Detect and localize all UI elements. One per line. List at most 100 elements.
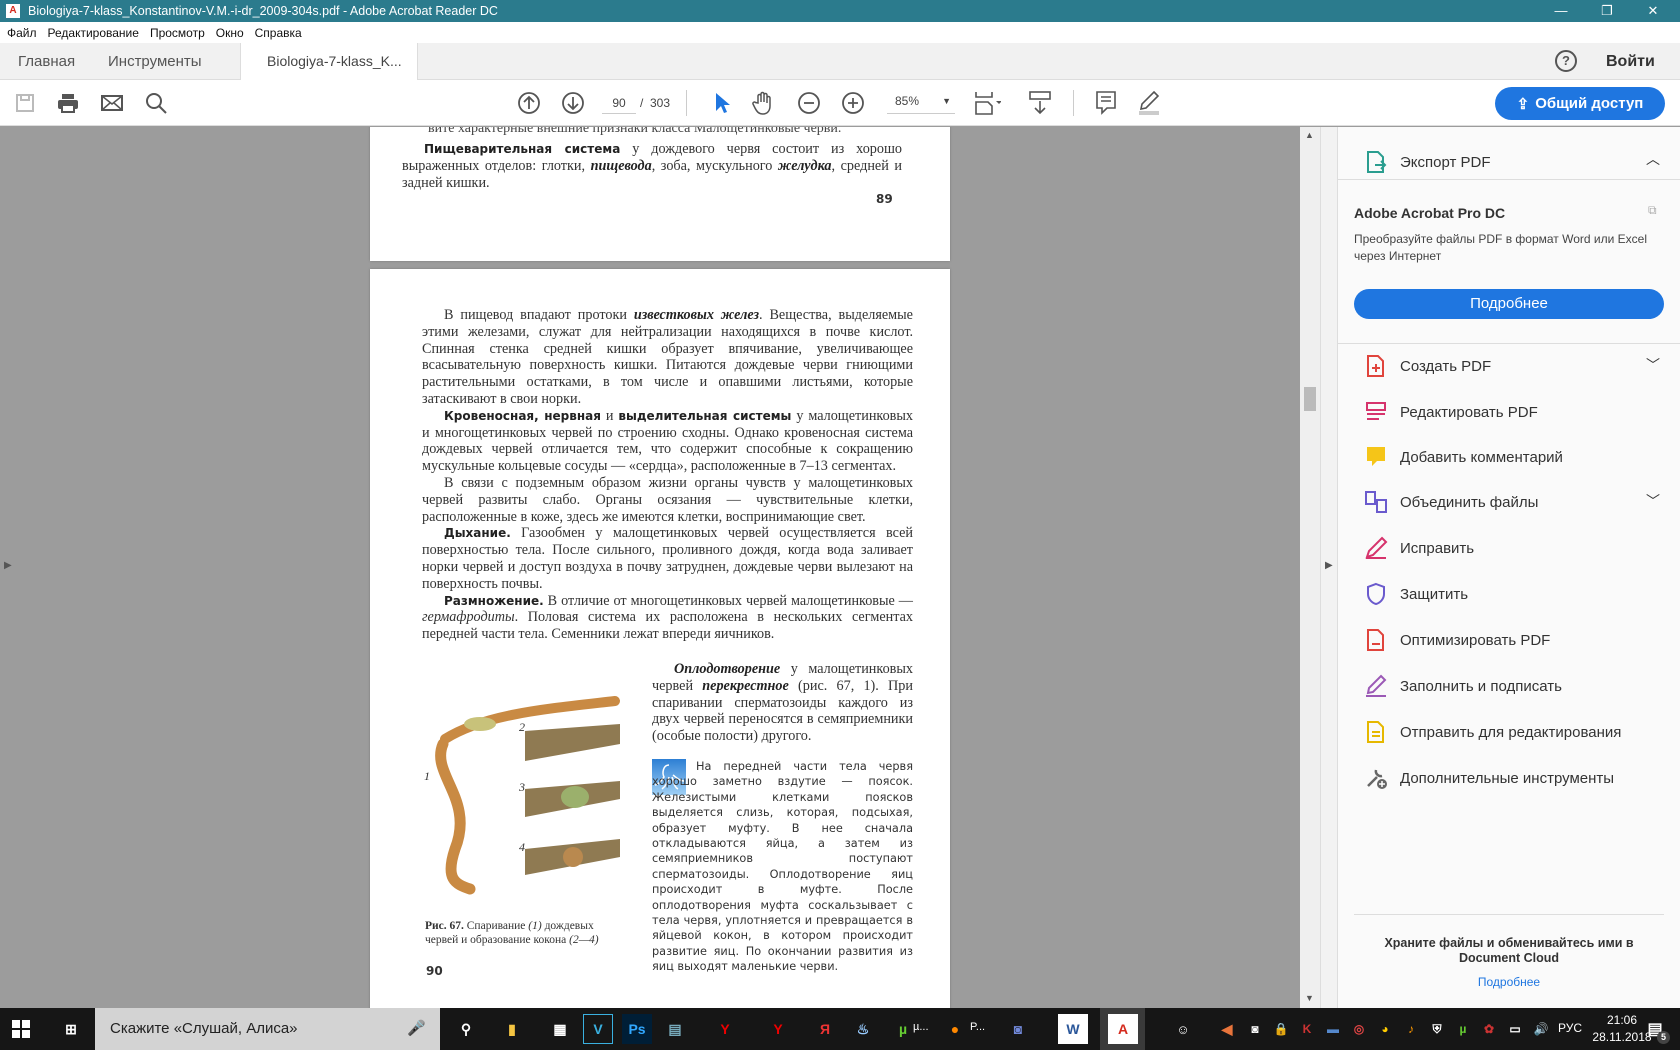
tool-combine-files[interactable]: Объединить файлы (1364, 487, 1538, 517)
scroll-down-icon[interactable]: ▼ (1305, 993, 1314, 1003)
learn-more-button[interactable]: Подробнее (1354, 289, 1664, 319)
maximize-button[interactable]: ❐ (1584, 0, 1630, 22)
microphone-icon[interactable]: 🎤 (407, 1008, 426, 1050)
document-viewer[interactable]: ▶ вите характерные внешние признаки клас… (0, 127, 1320, 1008)
figure-label-3: 3 (519, 780, 525, 794)
tool-fix[interactable]: Исправить (1364, 533, 1474, 563)
windows-start-icon[interactable] (6, 1014, 36, 1044)
next-page-icon[interactable] (559, 89, 587, 117)
yandex-icon[interactable]: Я (810, 1014, 840, 1044)
tool-fill-sign[interactable]: Заполнить и подписать (1364, 671, 1562, 701)
product-name: Adobe Acrobat Pro DC (1354, 205, 1506, 221)
yandex-browser-icon-2[interactable]: Y (763, 1014, 793, 1044)
search-icon[interactable] (142, 89, 170, 117)
help-icon[interactable]: ? (1555, 50, 1577, 72)
tool-optimize-pdf[interactable]: Оптимизировать PDF (1364, 625, 1550, 655)
chevron-down-icon[interactable]: ﹀ (1646, 491, 1660, 511)
previous-page-icon[interactable] (515, 89, 543, 117)
search-icon[interactable]: ⚲ (451, 1014, 481, 1044)
people-icon[interactable]: ☺ (1168, 1014, 1198, 1044)
wrench-plus-icon (1364, 766, 1388, 790)
paragraph-fertilization: Оплодотворение у малощетинковых червей п… (652, 661, 913, 745)
close-window-button[interactable]: ✕ (1630, 0, 1676, 22)
page-number: 90 (426, 964, 443, 978)
menu-window[interactable]: Окно (216, 26, 244, 40)
network-app-icon[interactable]: ▤ (660, 1014, 690, 1044)
hand-tool-icon[interactable] (750, 89, 778, 117)
language-indicator[interactable]: РУС (1558, 1021, 1582, 1035)
menu-help[interactable]: Справка (255, 26, 302, 40)
select-tool-icon[interactable] (707, 89, 735, 117)
tab-home[interactable]: Главная (18, 43, 75, 80)
collapse-panel-icon: ▶ (1325, 560, 1333, 571)
search-box[interactable]: Скажите «Слушай, Алиса» 🎤 (95, 1008, 440, 1050)
scrollbar-thumb[interactable] (1304, 387, 1316, 411)
tool-edit-pdf[interactable]: Редактировать PDF (1364, 397, 1538, 427)
tray-icon[interactable]: ◀ (1212, 1014, 1242, 1044)
title-bar: A Biologiya-7-klass_Konstantinov-V.M.-i-… (0, 0, 1680, 22)
share-button[interactable]: ⇪ Общий доступ (1495, 87, 1665, 120)
tab-document[interactable]: Biologiya-7-klass_K... × (240, 43, 418, 106)
tab-tools[interactable]: Инструменты (108, 43, 202, 80)
menu-view[interactable]: Просмотр (150, 26, 205, 40)
scroll-up-icon[interactable]: ▲ (1305, 130, 1314, 140)
menu-file[interactable]: Файл (7, 26, 37, 40)
sign-in-button[interactable]: Войти (1606, 43, 1655, 80)
term-digestive-system: Пищеварительная система (424, 142, 621, 156)
yandex-browser-icon[interactable]: Y (710, 1014, 740, 1044)
zoom-in-icon[interactable] (839, 89, 867, 117)
menu-edit[interactable]: Редактирование (48, 26, 139, 40)
paragraph-respiration: Дыхание. Газообмен у малощетинковых черв… (422, 525, 913, 592)
email-icon[interactable] (98, 89, 126, 117)
chevron-up-icon[interactable]: ︿ (1646, 149, 1660, 169)
volume-icon[interactable]: 🔊 (1526, 1014, 1556, 1044)
scroll-mode-icon[interactable] (1026, 89, 1054, 117)
text: В пищевод впадают протоки (444, 307, 634, 323)
divider (1354, 914, 1664, 915)
app-v-icon[interactable]: V (583, 1014, 613, 1044)
tool-add-comment[interactable]: Добавить комментарий (1364, 442, 1563, 472)
product-description: Преобразуйте файлы PDF в формат Word или… (1354, 232, 1648, 263)
vertical-scrollbar[interactable]: ▲ ▼ (1300, 127, 1320, 1008)
calculator-icon[interactable]: ▦ (545, 1014, 575, 1044)
combine-files-icon (1364, 490, 1388, 514)
photoshop-icon[interactable]: Ps (622, 1014, 652, 1044)
acrobat-taskbar-button[interactable]: A (1100, 1008, 1145, 1050)
divider (1338, 179, 1680, 180)
fit-page-icon[interactable] (973, 89, 1001, 117)
zoom-out-icon[interactable] (795, 89, 823, 117)
task-view-icon[interactable]: ⊞ (56, 1014, 86, 1044)
optimize-pdf-icon (1364, 628, 1388, 652)
tool-send-for-review[interactable]: Отправить для редактирования (1364, 717, 1621, 747)
tool-protect[interactable]: Защитить (1364, 579, 1468, 609)
word-icon[interactable]: W (1058, 1014, 1088, 1044)
print-icon[interactable] (54, 89, 82, 117)
zoom-select[interactable]: 85% ▼ (887, 89, 955, 114)
page-90: В пищевод впадают протоки известковых же… (370, 269, 950, 1008)
file-explorer-icon[interactable]: ▮ (497, 1014, 527, 1044)
chevron-down-icon[interactable]: ﹀ (1646, 355, 1660, 375)
discord-icon[interactable]: ◙ (1003, 1014, 1033, 1044)
paint-app-icon[interactable]: ● (940, 1014, 970, 1044)
right-panel-toggle[interactable]: ▶ (1320, 127, 1338, 1008)
tool-export-pdf[interactable]: Экспорт PDF (1364, 147, 1491, 177)
tool-create-pdf[interactable]: Создать PDF (1364, 351, 1491, 381)
figure-label-1: 1 (424, 769, 430, 783)
save-icon[interactable] (11, 89, 39, 117)
share-label: Общий доступ (1535, 95, 1644, 112)
text: (2—4) (569, 934, 599, 946)
term: Оплодотворение (674, 661, 781, 677)
left-panel-expand-icon[interactable]: ▶ (4, 560, 12, 571)
paragraph-reproduction: Размножение. В отличие от многощетинковы… (422, 593, 913, 643)
cloud-learn-more-link[interactable]: Подробнее (1374, 975, 1644, 989)
term-hermaphrodites: гермафродиты (422, 609, 515, 626)
highlight-pen-icon[interactable] (1135, 89, 1163, 117)
tool-more-tools[interactable]: Дополнительные инструменты (1364, 763, 1614, 793)
comment-icon[interactable] (1092, 89, 1120, 117)
page-number-input[interactable]: 90 (602, 92, 636, 114)
minimize-button[interactable]: — (1538, 0, 1584, 22)
notifications-icon[interactable]: ▤ 5 (1640, 1014, 1670, 1044)
cloud-promo-text: Храните файлы и обменивайтесь ими в Docu… (1384, 936, 1634, 965)
paragraph-glands: В пищевод впадают протоки известковых же… (422, 307, 913, 408)
steam-icon[interactable]: ♨ (848, 1014, 878, 1044)
